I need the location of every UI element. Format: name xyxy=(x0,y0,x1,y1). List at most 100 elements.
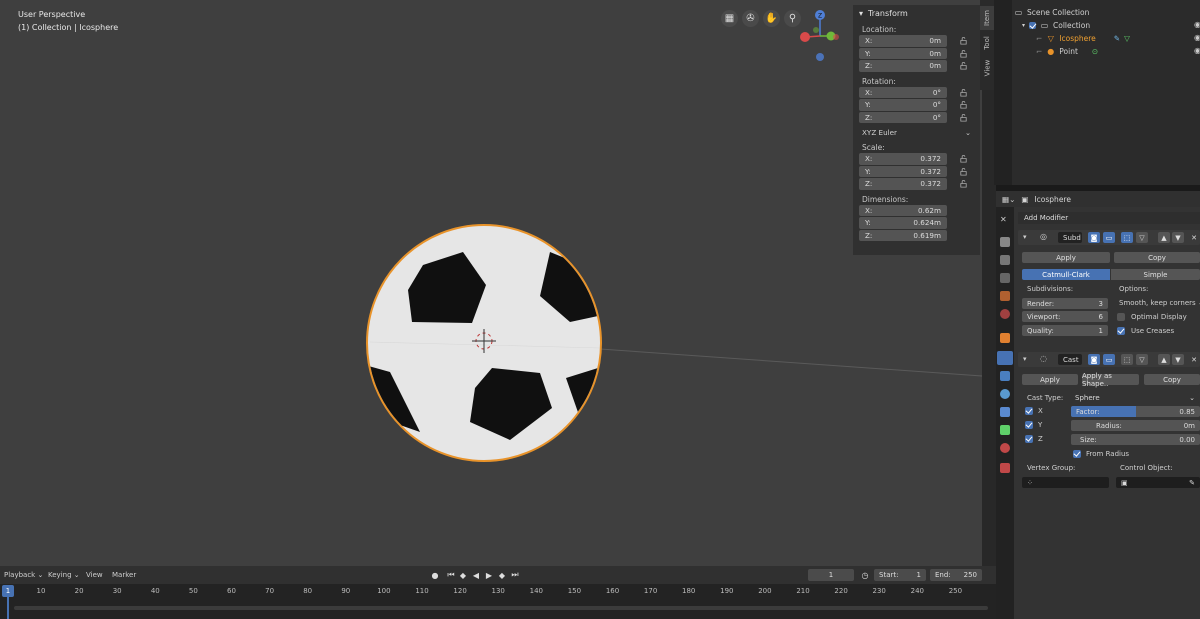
lock-icon[interactable] xyxy=(959,61,968,70)
render-levels-field[interactable]: Render: 3 xyxy=(1022,298,1108,309)
simple-option[interactable]: Simple xyxy=(1111,269,1200,280)
world-icon[interactable] xyxy=(1000,309,1010,319)
next-keyframe-icon[interactable]: ◆ xyxy=(497,570,507,580)
start-frame-field[interactable]: Start: 1 xyxy=(874,569,926,581)
modifier-wrench-icon[interactable]: ✎ xyxy=(1114,34,1120,43)
catmull-clark-option[interactable]: Catmull-Clark xyxy=(1022,269,1110,280)
move-down-icon[interactable]: ▼ xyxy=(1172,354,1184,365)
uv-smooth-dropdown[interactable]: Smooth, keep corners ⌄ xyxy=(1119,299,1200,307)
outliner-item-icosphere[interactable]: ⌐ ▽ Icosphere ✎ ▽ xyxy=(1036,32,1130,44)
cast-y-checkbox[interactable] xyxy=(1025,421,1033,429)
collapse-arrow-icon[interactable]: ▾ xyxy=(1023,233,1027,241)
keying-menu[interactable]: Keying ⌄ xyxy=(48,571,80,579)
play-reverse-icon[interactable]: ◀ xyxy=(471,570,481,580)
prev-keyframe-icon[interactable]: ◆ xyxy=(458,570,468,580)
timeline-area[interactable]: 1 10 20 30 40 50 60 70 80 90 100 110 120 130 140 150 160… xyxy=(0,584,996,619)
jump-start-icon[interactable]: ⏮ xyxy=(446,570,456,580)
cast-type-dropdown[interactable]: Sphere ⌄ xyxy=(1070,392,1200,403)
lock-icon[interactable] xyxy=(959,113,968,122)
tool-icon[interactable]: ✕ xyxy=(1000,215,1010,225)
editmode-icon[interactable]: ⬚ xyxy=(1121,232,1133,243)
lock-icon[interactable] xyxy=(959,179,968,188)
current-frame-field[interactable]: 1 xyxy=(808,569,854,581)
dimensions-z-field[interactable]: Z: 0.619m xyxy=(859,229,947,241)
collapse-arrow-icon[interactable]: ▾ xyxy=(1023,355,1027,363)
eye-icon[interactable]: ◉ xyxy=(1194,46,1200,55)
add-modifier-dropdown[interactable]: Add Modifier xyxy=(1018,212,1200,224)
play-icon[interactable]: ▶ xyxy=(484,570,494,580)
radius-field[interactable]: Radius: 0m xyxy=(1071,420,1200,431)
close-icon[interactable]: ✕ xyxy=(1188,354,1200,365)
viewport-levels-field[interactable]: Viewport: 6 xyxy=(1022,311,1108,322)
render-icon[interactable] xyxy=(1000,237,1010,247)
playback-menu[interactable]: Playback ⌄ xyxy=(4,571,43,579)
object-properties-icon[interactable] xyxy=(1000,333,1010,343)
scale-z-field[interactable]: Z: 0.372 xyxy=(859,178,947,190)
timeline-scrollbar[interactable] xyxy=(14,606,988,610)
collection-checkbox[interactable] xyxy=(1029,21,1037,29)
move-up-icon[interactable]: ▲ xyxy=(1158,354,1170,365)
3d-viewport[interactable]: User Perspective (1) Collection | Icosph… xyxy=(0,0,982,566)
rotation-z-field[interactable]: Z: 0° xyxy=(859,111,947,123)
jump-end-icon[interactable]: ⏭ xyxy=(510,570,520,580)
output-icon[interactable] xyxy=(1000,255,1010,265)
eye-icon[interactable]: ◉ xyxy=(1194,20,1200,29)
marker-menu[interactable]: Marker xyxy=(112,571,136,579)
vertex-group-field[interactable]: ⁘ xyxy=(1022,477,1109,488)
quality-field[interactable]: Quality: 1 xyxy=(1022,325,1108,336)
lock-icon[interactable] xyxy=(959,100,968,109)
outliner-collection[interactable]: ▾ ▭ Collection xyxy=(1022,19,1090,31)
lock-icon[interactable] xyxy=(959,88,968,97)
optimal-display-checkbox[interactable] xyxy=(1117,313,1125,321)
location-z-field[interactable]: Z: 0m xyxy=(859,60,947,72)
light-data-icon[interactable]: ⊙ xyxy=(1092,47,1098,56)
realtime-display-icon[interactable]: ▭ xyxy=(1103,232,1115,243)
modifier-wrench-icon[interactable] xyxy=(997,351,1013,365)
from-radius-checkbox[interactable] xyxy=(1073,450,1081,458)
editor-type-icon[interactable]: ▦⌄ xyxy=(1002,195,1015,204)
rotation-x-field[interactable]: X: 0° xyxy=(859,86,947,98)
move-up-icon[interactable]: ▲ xyxy=(1158,232,1170,243)
mesh-data-icon[interactable]: ▽ xyxy=(1124,34,1130,43)
tab-item[interactable]: Item xyxy=(980,6,994,30)
outliner-scene-collection[interactable]: ▭ Scene Collection xyxy=(1014,6,1090,18)
zoom-magnifier-icon[interactable]: ⚲ xyxy=(784,10,801,27)
scale-y-field[interactable]: Y: 0.372 xyxy=(859,165,947,177)
cast-apply-button[interactable]: Apply xyxy=(1022,374,1078,385)
view-menu[interactable]: View xyxy=(86,571,103,579)
record-icon[interactable]: ● xyxy=(430,570,440,580)
constraints-icon[interactable] xyxy=(1000,407,1010,417)
rotation-y-field[interactable]: Y: 0° xyxy=(859,99,947,111)
editmode-icon[interactable]: ⬚ xyxy=(1121,354,1133,365)
subsurf-name-field[interactable]: Subd xyxy=(1058,232,1082,243)
lock-icon[interactable] xyxy=(959,167,968,176)
cast-copy-button[interactable]: Copy xyxy=(1144,374,1200,385)
lock-icon[interactable] xyxy=(959,49,968,58)
tab-view[interactable]: View xyxy=(980,57,994,79)
realtime-display-icon[interactable]: ▭ xyxy=(1103,354,1115,365)
cast-x-checkbox[interactable] xyxy=(1025,407,1033,415)
texture-icon[interactable] xyxy=(1000,463,1010,473)
cast-name-field[interactable]: Cast xyxy=(1058,354,1082,365)
cast-z-checkbox[interactable] xyxy=(1025,435,1033,443)
dimensions-x-field[interactable]: X: 0.62m xyxy=(859,204,947,216)
end-frame-field[interactable]: End: 250 xyxy=(930,569,982,581)
toggle-camera-view-icon[interactable]: ▦ xyxy=(721,10,738,27)
lock-icon[interactable] xyxy=(959,154,968,163)
subsurf-apply-button[interactable]: Apply xyxy=(1022,252,1110,263)
move-down-icon[interactable]: ▼ xyxy=(1172,232,1184,243)
size-field[interactable]: Size: 0.00 xyxy=(1071,434,1200,445)
scale-x-field[interactable]: X: 0.372 xyxy=(859,153,947,165)
view-layer-icon[interactable] xyxy=(1000,273,1010,283)
particles-icon[interactable] xyxy=(1000,371,1010,381)
lock-icon[interactable] xyxy=(959,36,968,45)
use-creases-checkbox[interactable] xyxy=(1117,327,1125,335)
camera-render-icon[interactable]: ◙ xyxy=(1088,354,1100,365)
factor-slider[interactable]: Factor: 0.85 xyxy=(1071,406,1200,417)
cast-apply-as-shape-button[interactable]: Apply as Shape.. xyxy=(1082,372,1139,388)
camera-render-icon[interactable]: ◙ xyxy=(1088,232,1100,243)
close-icon[interactable]: ✕ xyxy=(1188,232,1200,243)
location-y-field[interactable]: Y: 0m xyxy=(859,47,947,59)
cage-icon[interactable]: ▽ xyxy=(1136,354,1148,365)
pan-hand-icon[interactable]: ✋ xyxy=(763,10,780,27)
